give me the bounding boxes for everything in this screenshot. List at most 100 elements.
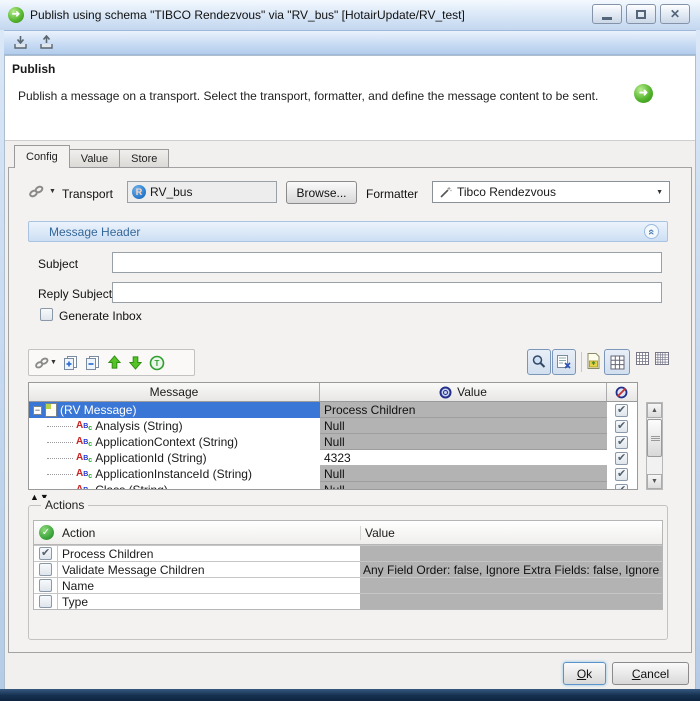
action-column-header[interactable]: Action xyxy=(58,526,360,540)
message-table: Message Value − (RV Message) Process Child… xyxy=(28,382,638,490)
message-value-cell[interactable]: Null xyxy=(320,466,607,482)
transport-link-menu[interactable]: ▼ xyxy=(28,184,56,199)
type-icon: T xyxy=(149,355,165,370)
message-value-cell[interactable]: 4323 xyxy=(320,450,607,466)
message-node-cell[interactable]: ABc ApplicationContext (String) xyxy=(29,434,320,450)
action-checkbox[interactable] xyxy=(39,595,52,608)
action-value-cell[interactable] xyxy=(360,594,662,609)
add-node-button[interactable] xyxy=(63,355,79,371)
move-up-button[interactable] xyxy=(107,355,122,370)
action-row[interactable]: Process Children xyxy=(34,545,662,561)
message-node-icon xyxy=(45,403,57,417)
svg-text:T: T xyxy=(154,359,159,368)
close-button[interactable]: ✕ xyxy=(660,4,690,24)
message-node-cell[interactable]: − (RV Message) xyxy=(29,402,320,418)
string-type-icon: ABc xyxy=(76,467,93,480)
formatter-select[interactable]: Tibco Rendezvous ▼ xyxy=(432,181,670,203)
message-tree-row[interactable]: ABc Analysis (String) Null xyxy=(29,418,637,434)
include-checkbox[interactable] xyxy=(615,403,628,417)
action-value-cell[interactable]: Any Field Order: false, Ignore Extra Fie… xyxy=(360,562,662,577)
cancel-button[interactable]: Cancel xyxy=(612,662,689,685)
action-checkbox[interactable] xyxy=(39,563,52,576)
message-column-header[interactable]: Message xyxy=(150,385,199,399)
message-node-label: Class (String) xyxy=(95,483,168,490)
window-bottom-frame xyxy=(0,689,700,701)
message-header-bar[interactable]: Message Header « xyxy=(28,221,668,242)
message-tree-row[interactable]: ABcClass (String)Null xyxy=(29,482,637,490)
grid-small-button[interactable] xyxy=(655,352,669,365)
grid-large-toggle-button[interactable] xyxy=(604,349,630,375)
subject-input[interactable] xyxy=(112,252,662,273)
collapse-toggle-icon[interactable]: − xyxy=(33,405,42,415)
action-value-column-header[interactable]: Value xyxy=(360,525,395,540)
include-checkbox[interactable] xyxy=(615,451,628,465)
include-checkbox[interactable] xyxy=(615,435,628,449)
message-value-cell[interactable]: Process Children xyxy=(320,402,607,418)
action-value-cell[interactable] xyxy=(360,546,662,561)
ok-button[interactable]: Ok xyxy=(563,662,606,685)
scroll-down-button[interactable]: ▼ xyxy=(647,474,662,489)
action-row[interactable]: Type xyxy=(34,593,662,609)
action-checkbox[interactable] xyxy=(39,579,52,592)
dialog-window: ➜ Publish using schema "TIBCO Rendezvous… xyxy=(0,0,700,701)
actions-table-header[interactable]: ✓ Action Value xyxy=(34,521,662,545)
message-tree-row[interactable]: ABc ApplicationContext (String) Null xyxy=(29,434,637,450)
action-label: Process Children xyxy=(62,546,154,561)
message-node-cell[interactable]: ABc ApplicationId (String) xyxy=(29,450,320,466)
tab-value[interactable]: Value xyxy=(69,149,121,168)
subject-label: Subject xyxy=(38,257,79,271)
reply-subject-input[interactable] xyxy=(112,282,662,303)
import-button[interactable] xyxy=(10,33,30,53)
filter-columns-toggle-button[interactable] xyxy=(552,349,576,375)
message-value-cell[interactable]: Null xyxy=(320,482,607,489)
value-column-header[interactable]: Value xyxy=(457,385,487,399)
tab-config[interactable]: Config xyxy=(14,145,70,168)
action-checkbox[interactable] xyxy=(39,546,52,560)
message-tree-row[interactable]: ABc ApplicationInstanceId (String) Null xyxy=(29,466,637,482)
transport-field[interactable]: R RV_bus xyxy=(127,181,277,203)
scroll-up-button[interactable]: ▲ xyxy=(647,403,662,418)
message-node-cell[interactable]: ABc Analysis (String) xyxy=(29,418,320,434)
minimize-button[interactable] xyxy=(592,4,622,24)
message-value-cell[interactable]: Null xyxy=(320,418,607,434)
transport-label: Transport xyxy=(62,187,113,201)
message-table-scrollbar[interactable]: ▲ ▼ xyxy=(646,402,663,490)
chevron-down-icon: ▼ xyxy=(49,188,56,195)
document-view-button[interactable] xyxy=(586,352,601,370)
grid-medium-button[interactable] xyxy=(636,352,649,365)
message-value-cell[interactable]: Null xyxy=(320,434,607,450)
tab-store[interactable]: Store xyxy=(120,149,170,168)
minimize-icon xyxy=(602,16,612,20)
message-tree-row[interactable]: ABc ApplicationId (String) 4323 xyxy=(29,450,637,466)
action-row[interactable]: Name xyxy=(34,577,662,593)
scrollbar-thumb[interactable] xyxy=(647,419,662,457)
include-checkbox[interactable] xyxy=(615,419,628,433)
remove-node-button[interactable] xyxy=(85,355,101,371)
maximize-button[interactable] xyxy=(626,4,656,24)
move-down-button[interactable] xyxy=(128,355,143,370)
actions-group: Actions ✓ Action Value Process ChildrenV… xyxy=(28,498,668,640)
link-icon xyxy=(35,357,49,368)
export-button[interactable] xyxy=(36,33,56,53)
include-checkbox[interactable] xyxy=(615,483,628,489)
move-down-icon xyxy=(128,356,143,370)
string-type-icon: ABc xyxy=(76,419,93,432)
message-node-cell[interactable]: ABcClass (String) xyxy=(29,482,320,490)
generate-inbox-label: Generate Inbox xyxy=(59,309,142,323)
top-toolbar xyxy=(4,30,696,55)
message-tree-row[interactable]: − (RV Message) Process Children xyxy=(29,402,637,418)
message-table-header[interactable]: Message Value xyxy=(29,383,637,402)
action-value-cell[interactable] xyxy=(360,578,662,593)
page-title: Publish xyxy=(12,62,56,76)
generate-inbox-checkbox[interactable] xyxy=(40,308,53,321)
collapse-section-button[interactable]: « xyxy=(644,224,659,239)
browse-button[interactable]: Browse... xyxy=(286,181,357,204)
type-button[interactable]: T xyxy=(149,355,165,371)
message-node-cell[interactable]: ABc ApplicationInstanceId (String) xyxy=(29,466,320,482)
action-row[interactable]: Validate Message Children Any Field Order… xyxy=(34,561,662,577)
zoom-toggle-button[interactable] xyxy=(527,349,551,375)
link-menu-button[interactable]: ▼ xyxy=(34,356,57,370)
include-checkbox[interactable] xyxy=(615,467,628,481)
chevron-down-icon: ▼ xyxy=(50,359,57,366)
action-label: Type xyxy=(62,594,89,609)
